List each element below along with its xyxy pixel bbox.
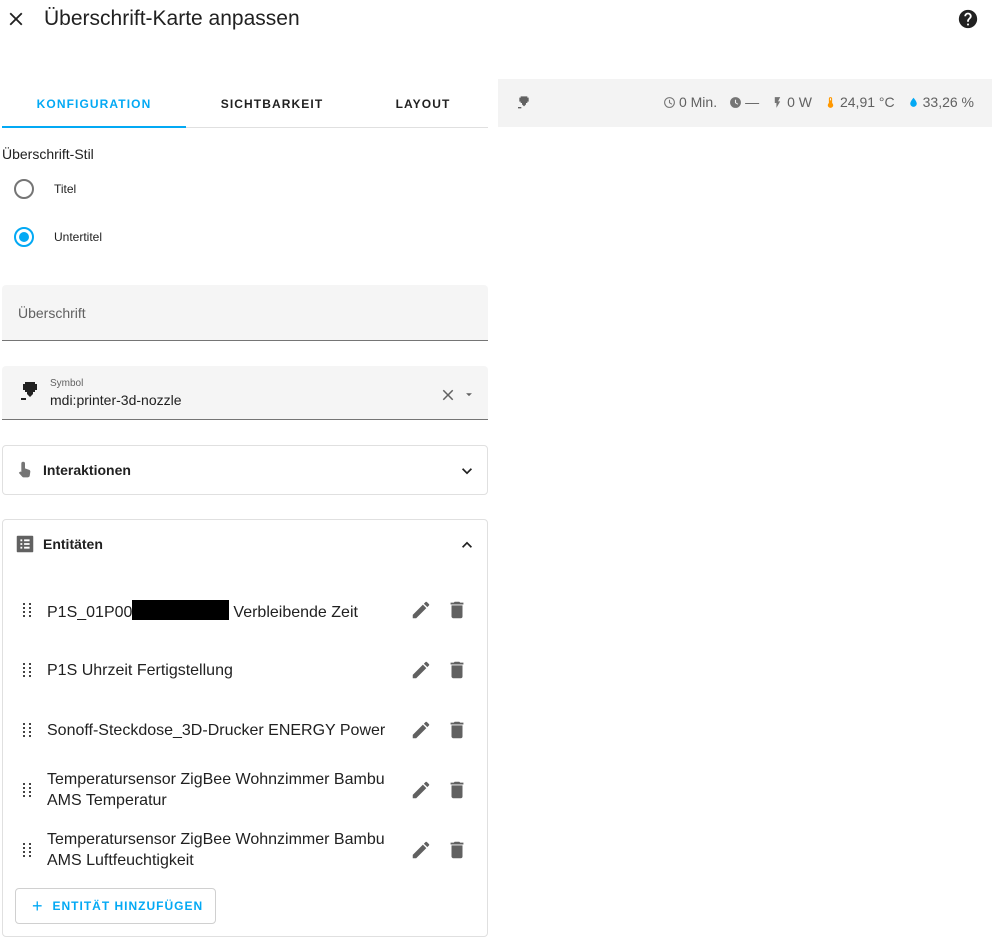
entity-row: P1S_01P00 Verbleibende Zeit bbox=[3, 585, 487, 635]
entity-name: Temperatursensor ZigBee Wohnzimmer Bambu… bbox=[47, 831, 385, 869]
tab-sichtbarkeit[interactable]: SICHTBARKEIT bbox=[186, 80, 358, 127]
editor-tabs: KONFIGURATION SICHTBARKEIT LAYOUT bbox=[2, 80, 488, 128]
plus-icon: + bbox=[32, 895, 43, 916]
flash-icon bbox=[774, 96, 781, 108]
entity-row: Sonoff-Steckdose_3D-Drucker ENERGY Power bbox=[3, 705, 487, 755]
delete-icon[interactable] bbox=[446, 839, 468, 861]
clear-icon[interactable] bbox=[439, 386, 457, 404]
badge-text: 0 W bbox=[787, 94, 812, 110]
clock-icon bbox=[730, 96, 742, 108]
edit-pencil-icon[interactable] bbox=[410, 719, 432, 741]
radio-option-titel[interactable]: Titel bbox=[14, 177, 76, 201]
thermometer-icon bbox=[827, 96, 834, 108]
chevron-down-icon[interactable] bbox=[457, 461, 477, 481]
edit-pencil-icon[interactable] bbox=[410, 599, 432, 621]
timer-icon bbox=[664, 96, 675, 108]
entity-name-prefix: P1S_01P00 bbox=[47, 604, 133, 621]
preview-badges: 0 Min. — 0 W 24,91 °C 33,26 % bbox=[663, 94, 974, 110]
water-percent-icon bbox=[909, 97, 917, 107]
interactions-panel-header[interactable]: Interaktionen bbox=[3, 446, 487, 494]
interactions-panel: Interaktionen bbox=[2, 445, 488, 495]
entity-row: Temperatursensor ZigBee Wohnzimmer Bambu… bbox=[3, 765, 487, 815]
badge-text: — bbox=[745, 94, 760, 110]
icon-field-label: Symbol bbox=[50, 378, 84, 389]
delete-icon[interactable] bbox=[446, 659, 468, 681]
delete-icon[interactable] bbox=[446, 719, 468, 741]
radio-button[interactable] bbox=[14, 179, 34, 199]
badge-text: 33,26 % bbox=[922, 94, 974, 110]
delete-icon[interactable] bbox=[446, 779, 468, 801]
delete-icon[interactable] bbox=[446, 599, 468, 621]
entity-row: P1S Uhrzeit Fertigstellung bbox=[3, 645, 487, 695]
icon-picker-field[interactable]: Symbol mdi:printer-3d-nozzle bbox=[2, 366, 488, 420]
chevron-up-icon[interactable] bbox=[457, 535, 477, 555]
entity-row: Temperatursensor ZigBee Wohnzimmer Bambu… bbox=[3, 825, 487, 875]
tab-layout[interactable]: LAYOUT bbox=[358, 80, 488, 127]
heading-style-label: Überschrift-Stil bbox=[2, 146, 94, 162]
tab-konfiguration[interactable]: KONFIGURATION bbox=[2, 80, 186, 128]
drag-handle-icon[interactable] bbox=[19, 782, 35, 798]
list-box-icon bbox=[16, 535, 34, 553]
interactions-title: Interaktionen bbox=[43, 462, 131, 478]
badge-temperature[interactable]: 24,91 °C bbox=[824, 94, 895, 110]
help-circle-icon[interactable] bbox=[957, 8, 979, 30]
drag-handle-icon[interactable] bbox=[19, 662, 35, 678]
edit-pencil-icon[interactable] bbox=[410, 839, 432, 861]
dropdown-arrow-icon[interactable] bbox=[462, 388, 476, 402]
gesture-tap-icon bbox=[18, 461, 31, 478]
drag-handle-icon[interactable] bbox=[19, 842, 35, 858]
heading-card-preview: 0 Min. — 0 W 24,91 °C 33,26 % bbox=[498, 79, 992, 127]
redacted-block bbox=[132, 600, 230, 620]
dialog-header: Überschrift-Karte anpassen bbox=[0, 0, 992, 40]
close-icon[interactable] bbox=[5, 8, 27, 30]
entities-panel-header[interactable]: Entitäten bbox=[3, 520, 487, 568]
entities-panel: Entitäten P1S_01P00 Verbleibende Zeit P1S… bbox=[2, 519, 488, 937]
edit-pencil-icon[interactable] bbox=[410, 779, 432, 801]
edit-pencil-icon[interactable] bbox=[410, 659, 432, 681]
heading-input[interactable]: Überschrift bbox=[2, 285, 488, 341]
radio-option-untertitel[interactable]: Untertitel bbox=[14, 225, 102, 249]
entity-name: P1S Uhrzeit Fertigstellung bbox=[47, 662, 233, 679]
radio-label: Untertitel bbox=[54, 230, 103, 244]
badge-text: 24,91 °C bbox=[839, 94, 895, 110]
printer-3d-nozzle-icon bbox=[21, 382, 37, 400]
radio-label: Titel bbox=[54, 182, 77, 196]
drag-handle-icon[interactable] bbox=[19, 722, 35, 738]
printer-3d-nozzle-icon bbox=[518, 96, 529, 109]
drag-handle-icon[interactable] bbox=[19, 602, 35, 618]
add-entity-label: ENTITÄT HINZUFÜGEN bbox=[52, 899, 204, 913]
badge-finish-time[interactable]: — bbox=[729, 94, 759, 110]
icon-field-value: mdi:printer-3d-nozzle bbox=[50, 392, 182, 408]
heading-placeholder: Überschrift bbox=[18, 305, 86, 321]
entity-name: Sonoff-Steckdose_3D-Drucker ENERGY Power bbox=[47, 722, 386, 739]
badge-remaining-time[interactable]: 0 Min. bbox=[663, 94, 717, 110]
entities-title: Entitäten bbox=[43, 536, 103, 552]
entity-name-suffix: Verbleibende Zeit bbox=[233, 604, 358, 621]
add-entity-button[interactable]: + ENTITÄT HINZUFÜGEN bbox=[15, 888, 216, 924]
badge-text: 0 Min. bbox=[678, 94, 718, 110]
entity-name: Temperatursensor ZigBee Wohnzimmer Bambu… bbox=[47, 771, 385, 809]
radio-button-selected[interactable] bbox=[14, 227, 34, 247]
badge-power[interactable]: 0 W bbox=[771, 94, 812, 110]
badge-humidity[interactable]: 33,26 % bbox=[907, 94, 974, 110]
dialog-title: Überschrift-Karte anpassen bbox=[44, 7, 300, 30]
entity-name: P1S_01P00 Verbleibende Zeit bbox=[47, 600, 407, 623]
